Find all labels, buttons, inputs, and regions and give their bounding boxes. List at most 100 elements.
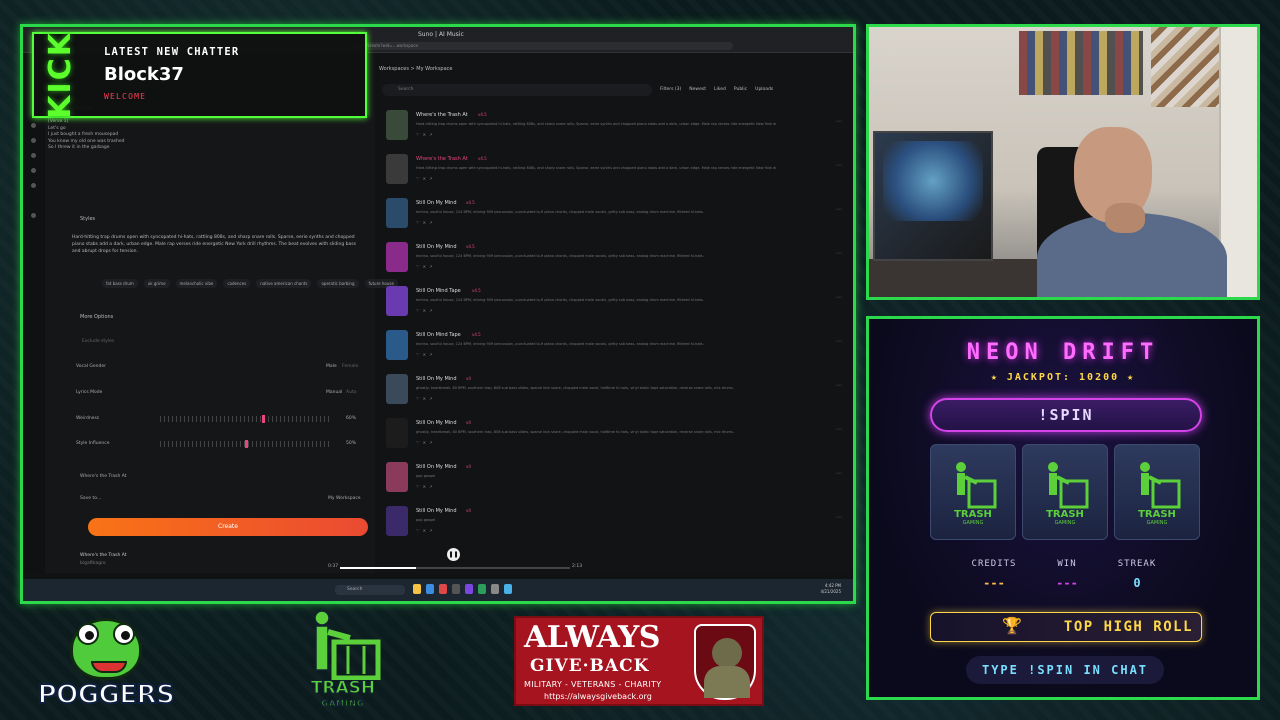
library-icon[interactable] bbox=[31, 153, 36, 158]
lyrics-auto-button[interactable]: Auto bbox=[346, 390, 356, 395]
slider-thumb[interactable] bbox=[262, 415, 265, 423]
song-title[interactable]: Still On My Mind bbox=[416, 464, 457, 470]
liked-filter[interactable]: Liked bbox=[714, 87, 726, 92]
style-chip[interactable]: uk grime bbox=[143, 279, 170, 288]
song-row[interactable]: Still On Mind Tape v4.5 techno, soulful ho… bbox=[386, 282, 842, 326]
like-icon[interactable]: ♡ bbox=[416, 132, 423, 137]
breadcrumb[interactable]: Workspaces > My Workspace bbox=[379, 66, 453, 72]
agb-url[interactable]: https://alwaysgiveback.org bbox=[544, 692, 652, 701]
explorer-icon[interactable] bbox=[413, 584, 421, 594]
share-icon[interactable]: ↗ bbox=[429, 308, 435, 313]
style-influence-slider[interactable] bbox=[160, 440, 330, 448]
more-options-icon[interactable]: ⋯ bbox=[836, 426, 842, 433]
like-icon[interactable]: ♡ bbox=[416, 396, 423, 401]
more-options-icon[interactable]: ⋯ bbox=[836, 118, 842, 125]
song-title[interactable]: Still On Mind Tape bbox=[416, 288, 461, 294]
song-row[interactable]: Still On My Mind v4 pop gospel ♡✕↗ ⋯ bbox=[386, 502, 842, 546]
explore-icon[interactable] bbox=[31, 183, 36, 188]
style-chip[interactable]: fat bass drum bbox=[102, 279, 138, 288]
app-icon[interactable] bbox=[478, 584, 486, 594]
more-options-icon[interactable]: ⋯ bbox=[836, 470, 842, 477]
share-icon[interactable]: ↗ bbox=[429, 220, 435, 225]
song-cover[interactable] bbox=[386, 198, 408, 228]
app-icon[interactable] bbox=[465, 584, 473, 594]
more-options-icon[interactable]: ⋯ bbox=[836, 514, 842, 521]
share-icon[interactable]: ↗ bbox=[429, 396, 435, 401]
more-options-icon[interactable]: ⋯ bbox=[836, 338, 842, 345]
song-title[interactable]: Still On My Mind bbox=[416, 376, 457, 382]
lyrics-manual-button[interactable]: Manual bbox=[326, 390, 342, 395]
song-title[interactable]: Still On My Mind bbox=[416, 508, 457, 514]
vocal-male-button[interactable]: Male bbox=[326, 364, 337, 369]
style-chip[interactable]: melancholic vibe bbox=[175, 279, 218, 288]
pause-button[interactable]: ❚❚ bbox=[447, 548, 460, 561]
song-title[interactable]: Still On Mind Tape bbox=[416, 332, 461, 338]
app-icon[interactable] bbox=[452, 584, 460, 594]
spin-button[interactable]: !SPIN bbox=[930, 398, 1202, 432]
taskbar-clock[interactable]: 4:42 PM 4/21/2025 bbox=[820, 583, 841, 595]
song-row[interactable]: Where's the Trash At v4.5 Hard-hitting tra… bbox=[386, 106, 842, 150]
sort-newest-button[interactable]: Newest bbox=[689, 87, 706, 92]
share-icon[interactable]: ↗ bbox=[429, 440, 435, 445]
song-row[interactable]: Still On My Mind v4 ghostly, heartbreak, 8… bbox=[386, 414, 842, 458]
style-prompt[interactable]: Hard-hitting trap drums open with syncop… bbox=[72, 234, 357, 255]
song-title-input[interactable]: Where's the Trash At bbox=[80, 474, 127, 479]
create-icon[interactable] bbox=[31, 138, 36, 143]
like-icon[interactable]: ♡ bbox=[416, 264, 423, 269]
home-icon[interactable] bbox=[31, 123, 36, 128]
song-cover[interactable] bbox=[386, 110, 408, 140]
song-cover[interactable] bbox=[386, 286, 408, 316]
notifications-icon[interactable] bbox=[31, 213, 36, 218]
song-cover[interactable] bbox=[386, 418, 408, 448]
style-chip[interactable]: operatic barbing bbox=[317, 279, 359, 288]
like-icon[interactable]: ♡ bbox=[416, 352, 423, 357]
player-track-title[interactable]: Where's the Trash At bbox=[80, 553, 127, 558]
song-title[interactable]: Still On My Mind bbox=[416, 420, 457, 426]
song-cover[interactable] bbox=[386, 462, 408, 492]
taskbar-search[interactable]: Search bbox=[335, 585, 405, 595]
workspace-search-input[interactable]: Search bbox=[382, 84, 652, 96]
vocal-female-button[interactable]: Female bbox=[342, 364, 358, 369]
share-icon[interactable]: ↗ bbox=[429, 132, 435, 137]
song-row[interactable]: Still On Mind Tape v4.5 techno, soulful ho… bbox=[386, 326, 842, 370]
more-options-toggle[interactable]: More Options bbox=[80, 314, 113, 320]
browser-tab-title[interactable]: Suno | AI Music bbox=[418, 31, 464, 38]
song-row[interactable]: Where's the Trash At v4.5 Hard-hitting tra… bbox=[386, 150, 842, 194]
song-row[interactable]: Still On My Mind v4 ghostly, heartbreak, 8… bbox=[386, 370, 842, 414]
uploads-filter[interactable]: Uploads bbox=[755, 87, 773, 92]
style-chip[interactable]: cadences bbox=[223, 279, 251, 288]
share-icon[interactable]: ↗ bbox=[429, 264, 435, 269]
share-icon[interactable]: ↗ bbox=[429, 528, 435, 533]
like-icon[interactable]: ♡ bbox=[416, 308, 423, 313]
share-icon[interactable]: ↗ bbox=[429, 176, 435, 181]
like-icon[interactable]: ♡ bbox=[416, 528, 423, 533]
song-row[interactable]: Still On My Mind v4.5 techno, soulful hous… bbox=[386, 194, 842, 238]
style-chip[interactable]: native american chants bbox=[256, 279, 312, 288]
more-options-icon[interactable]: ⋯ bbox=[836, 294, 842, 301]
exclude-styles-input[interactable]: Exclude styles bbox=[82, 339, 114, 344]
share-icon[interactable]: ↗ bbox=[429, 484, 435, 489]
like-icon[interactable]: ♡ bbox=[416, 176, 423, 181]
song-cover[interactable] bbox=[386, 374, 408, 404]
playback-progress[interactable] bbox=[340, 567, 570, 569]
song-cover[interactable] bbox=[386, 242, 408, 272]
song-row[interactable]: Still On My Mind v4.5 techno, soulful hous… bbox=[386, 238, 842, 282]
song-title[interactable]: Still On My Mind bbox=[416, 244, 457, 250]
like-icon[interactable]: ♡ bbox=[416, 484, 423, 489]
song-title[interactable]: Where's the Trash At bbox=[416, 156, 468, 162]
app-icon[interactable] bbox=[491, 584, 499, 594]
song-cover[interactable] bbox=[386, 154, 408, 184]
create-button[interactable]: Create bbox=[88, 518, 368, 536]
like-icon[interactable]: ♡ bbox=[416, 440, 423, 445]
browser-icon[interactable] bbox=[504, 584, 512, 594]
song-row[interactable]: Still On My Mind v4 pop gospel ♡✕↗ ⋯ bbox=[386, 458, 842, 502]
slider-thumb[interactable] bbox=[245, 440, 248, 448]
weirdness-slider[interactable] bbox=[160, 415, 330, 423]
more-options-icon[interactable]: ⋯ bbox=[836, 162, 842, 169]
search-nav-icon[interactable] bbox=[31, 168, 36, 173]
song-title[interactable]: Still On My Mind bbox=[416, 200, 457, 206]
song-cover[interactable] bbox=[386, 506, 408, 536]
url-bar[interactable]: suno.com/create?wid=...workspace bbox=[343, 42, 733, 50]
app-icon[interactable] bbox=[439, 584, 447, 594]
player-track-artist[interactable]: bigaftkagro bbox=[80, 561, 106, 566]
